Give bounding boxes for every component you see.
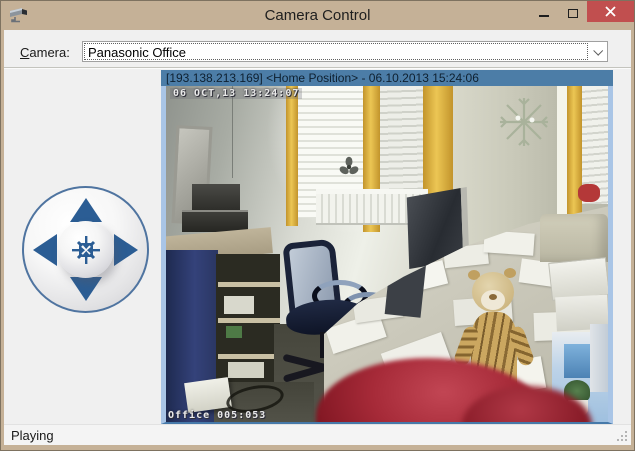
stereo-equipment bbox=[192, 184, 240, 210]
osd-timestamp: 06 OCT,13 13:24:07 bbox=[170, 88, 302, 99]
client-area: Camera: Panasonic Office bbox=[4, 30, 631, 445]
camera-control-window: Camera Control Camera: Panasonic Office bbox=[0, 0, 635, 451]
pan-right-arrow-icon[interactable] bbox=[114, 234, 138, 266]
floor-box bbox=[184, 377, 232, 413]
video-header-text: [193.138.213.169] <Home Position> - 06.1… bbox=[166, 71, 479, 85]
window-controls bbox=[529, 1, 634, 22]
curtain bbox=[567, 86, 582, 228]
resize-grip-icon[interactable] bbox=[616, 430, 629, 443]
shelf-item bbox=[228, 362, 264, 378]
status-text: Playing bbox=[11, 428, 54, 443]
snowflake-decoration bbox=[496, 94, 552, 150]
ptz-joystick[interactable] bbox=[22, 186, 149, 313]
tiger-nose bbox=[489, 294, 497, 300]
chevron-down-icon[interactable] bbox=[593, 46, 603, 56]
stereo-equipment bbox=[182, 210, 248, 232]
crt-monitor bbox=[540, 214, 608, 262]
camera-select-value: Panasonic Office bbox=[85, 44, 587, 59]
curtain bbox=[286, 86, 298, 226]
video-header: [193.138.213.169] <Home Position> - 06.1… bbox=[161, 70, 613, 86]
shelf-board bbox=[218, 318, 280, 323]
tiger-muzzle bbox=[481, 290, 505, 310]
camera-video-frame[interactable]: 06 OCT,13 13:24:07 Office 005:053 bbox=[166, 86, 608, 422]
close-icon bbox=[605, 6, 616, 17]
camera-label-rest: amera: bbox=[29, 45, 69, 60]
maximize-button[interactable] bbox=[558, 1, 587, 22]
status-bar: Playing bbox=[4, 424, 631, 445]
software-box bbox=[590, 324, 608, 392]
toolbar-separator bbox=[4, 67, 631, 69]
minimize-button[interactable] bbox=[529, 1, 558, 22]
shelf-item bbox=[226, 326, 242, 338]
maximize-icon bbox=[568, 9, 578, 18]
shelf-board bbox=[218, 354, 280, 359]
pan-left-arrow-icon[interactable] bbox=[33, 234, 57, 266]
osd-position: Office 005:053 bbox=[168, 410, 266, 421]
pan-down-arrow-icon[interactable] bbox=[70, 277, 102, 301]
window-sliver bbox=[557, 86, 567, 218]
camera-select[interactable]: Panasonic Office bbox=[82, 41, 608, 62]
camera-label: Camera: bbox=[20, 45, 70, 60]
pan-up-arrow-icon[interactable] bbox=[70, 198, 102, 222]
shelf-board bbox=[218, 282, 280, 287]
shelf-item bbox=[224, 296, 254, 314]
red-object bbox=[578, 184, 600, 202]
video-panel: [193.138.213.169] <Home Position> - 06.1… bbox=[161, 70, 613, 424]
video-right-strip bbox=[608, 86, 613, 422]
joystick-ball[interactable] bbox=[57, 221, 114, 278]
title-bar[interactable]: Camera Control bbox=[0, 0, 635, 30]
center-position-icon bbox=[68, 232, 104, 268]
camera-label-accesskey: C bbox=[20, 45, 29, 60]
minimize-icon bbox=[539, 15, 549, 17]
fan-decoration bbox=[336, 154, 362, 180]
hanging-cable bbox=[232, 86, 233, 178]
video-body: 06 OCT,13 13:24:07 Office 005:053 bbox=[161, 86, 613, 424]
close-button[interactable] bbox=[587, 1, 634, 22]
